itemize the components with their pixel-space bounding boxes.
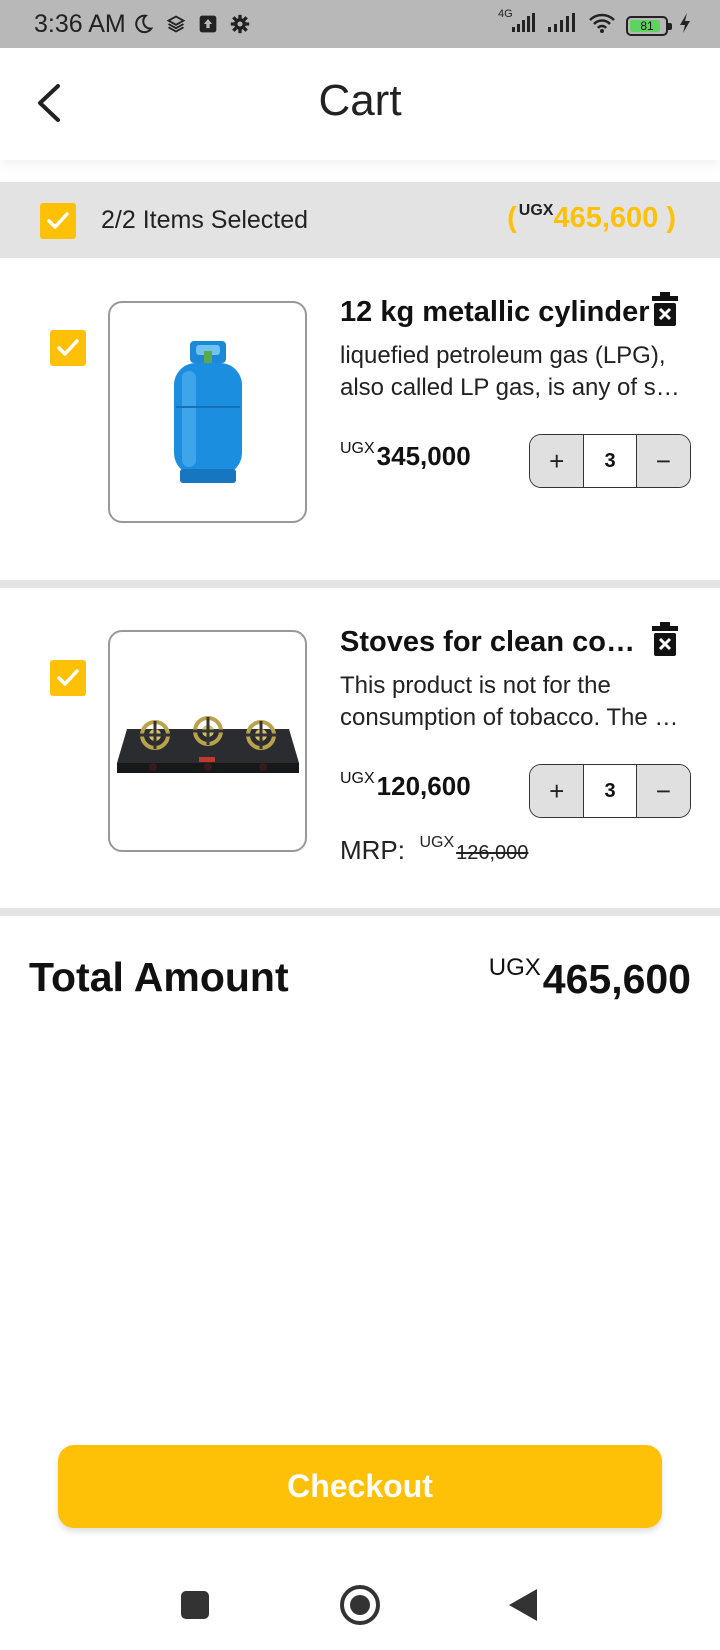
price-value: 345,000 [376, 441, 471, 471]
charging-icon [678, 12, 692, 39]
price-value: 120,600 [376, 771, 471, 801]
total-amount-label: Total Amount [29, 954, 289, 1000]
battery-icon: 81 [626, 15, 672, 36]
increase-qty-button[interactable]: + [530, 435, 584, 487]
description-line: also called LP gas, is any of several [340, 374, 680, 401]
description-line: liquefied petroleum gas (LPG), [340, 342, 666, 369]
description-line: This product is not for the [340, 672, 611, 699]
checkout-button[interactable]: Checkout [58, 1445, 662, 1528]
product-image-stove[interactable] [108, 630, 307, 852]
divider [0, 580, 720, 588]
decrease-qty-button[interactable]: − [636, 765, 690, 817]
product-image-gas-cylinder[interactable] [108, 301, 307, 523]
gas-cylinder-image [173, 341, 242, 483]
divider [0, 908, 720, 916]
total-currency: UGX [488, 954, 541, 981]
battery-level: 81 [640, 18, 654, 33]
system-nav-bar [0, 1560, 720, 1650]
checkmark-icon [57, 669, 79, 686]
mrp-label: MRP: [340, 835, 405, 865]
quantity-stepper: + 3 − [529, 434, 691, 488]
product-price: UGX345,000 [340, 440, 471, 472]
total-amount: 465,600 [542, 956, 691, 1002]
battery-nub [668, 22, 672, 30]
item-checkbox[interactable] [50, 330, 86, 366]
home-circle-icon[interactable] [337, 1582, 383, 1628]
quantity-value: 3 [583, 435, 637, 487]
status-time: 3:36 AM [34, 10, 126, 38]
signal-icon: 4G [498, 8, 536, 39]
signal-icon [546, 12, 578, 39]
product-description: This product is not for the consumption … [340, 670, 680, 734]
increase-qty-button[interactable]: + [530, 765, 584, 817]
mrp-currency: UGX [419, 834, 455, 851]
product-name[interactable]: 12 kg metallic cylinder [340, 296, 650, 329]
status-left-icons [132, 13, 250, 40]
product-description: liquefied petroleum gas (LPG), also call… [340, 340, 680, 404]
network-type: 4G [498, 8, 513, 20]
product-price: UGX120,600 [340, 770, 471, 802]
quantity-stepper: + 3 − [529, 764, 691, 818]
decrease-qty-button[interactable]: − [636, 435, 690, 487]
selection-bar: 2/2 Items Selected (UGX465,600 ) [0, 182, 720, 258]
quantity-value: 3 [583, 765, 637, 817]
layers-icon [166, 14, 186, 39]
checkmark-icon [47, 212, 69, 229]
description-line: consumption of tobacco. The product [340, 704, 680, 731]
selected-total-amount: 465,600 [553, 202, 659, 234]
gas-stove-image [116, 716, 299, 773]
checkmark-icon [57, 339, 79, 356]
price-currency: UGX [340, 440, 375, 457]
wifi-icon [588, 12, 616, 39]
delete-icon[interactable] [652, 292, 678, 326]
upload-icon [198, 14, 218, 39]
product-name[interactable]: Stoves for clean cooking [340, 626, 650, 659]
selected-total: (UGX465,600 ) [507, 202, 676, 235]
moon-icon [132, 13, 154, 40]
back-triangle-icon[interactable] [500, 1582, 546, 1628]
status-bar: 3:36 AM 4G 81 [0, 0, 720, 48]
items-selected-label: 2/2 Items Selected [101, 206, 309, 234]
item-checkbox[interactable] [50, 660, 86, 696]
cart-item: 12 kg metallic cylinder liquefied petrol… [0, 258, 720, 580]
page-title: Cart [318, 76, 402, 125]
total-amount-value: UGX465,600 [489, 954, 691, 1003]
mrp-price: MRP: UGX 126,000 [340, 834, 528, 866]
delete-icon[interactable] [652, 622, 678, 656]
selected-total-open-paren: ( [507, 202, 517, 234]
select-all-checkbox[interactable] [40, 203, 76, 239]
status-right-icons: 4G 81 [498, 8, 692, 39]
selected-total-currency: UGX [518, 202, 554, 219]
app-header: Cart [0, 48, 720, 160]
gear-icon [230, 14, 250, 39]
cart-item: Stoves for clean cooking This product is… [0, 588, 720, 908]
recents-square-icon[interactable] [172, 1582, 218, 1628]
selected-total-close-paren: ) [658, 202, 676, 234]
mrp-value: 126,000 [456, 842, 529, 864]
price-currency: UGX [340, 770, 375, 787]
